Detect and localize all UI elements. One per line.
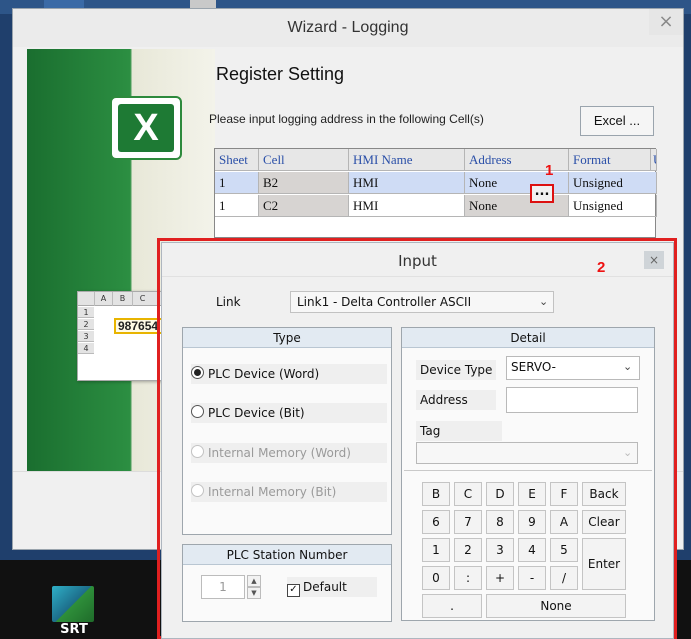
checkmark-icon: ✓ xyxy=(287,584,300,597)
radio-selected-icon xyxy=(191,366,204,379)
key-5[interactable]: 5 xyxy=(550,538,578,562)
row2-hmi-name[interactable]: HMI xyxy=(349,195,465,217)
srt-icon xyxy=(52,586,94,622)
key-3[interactable]: 3 xyxy=(486,538,514,562)
mini-col-a: A xyxy=(94,292,112,306)
plc-station-header: PLC Station Number xyxy=(183,545,391,565)
key-minus[interactable]: - xyxy=(518,566,546,590)
spin-down-icon[interactable]: ▼ xyxy=(247,587,261,599)
input-dialog: Input × Link Link1 - Delta Controller AS… xyxy=(161,242,674,639)
default-checkbox-label: Default xyxy=(303,580,347,594)
spin-up-icon[interactable]: ▲ xyxy=(247,575,261,587)
key-2[interactable]: 2 xyxy=(454,538,482,562)
srt-label: SRT xyxy=(60,622,88,637)
key-colon[interactable]: : xyxy=(454,566,482,590)
mini-row-1: 1 xyxy=(78,307,94,318)
grid-header-sheet[interactable]: Sheet xyxy=(215,149,259,171)
link-label: Link xyxy=(216,295,241,309)
row1-cell[interactable]: B2 xyxy=(259,172,349,194)
radio-plc-device-bit-label: PLC Device (Bit) xyxy=(208,406,305,420)
register-setting-heading: Register Setting xyxy=(216,64,345,84)
row2-cell[interactable]: C2 xyxy=(259,195,349,217)
link-select-value: Link1 - Delta Controller ASCII xyxy=(297,295,472,309)
radio-internal-memory-bit-label: Internal Memory (Bit) xyxy=(208,485,337,499)
register-instruction: Please input logging address in the foll… xyxy=(209,112,484,126)
row1-hmi-name[interactable]: HMI xyxy=(349,172,465,194)
grid-header-cell[interactable]: Cell xyxy=(259,149,349,171)
clear-button[interactable]: Clear xyxy=(582,510,626,534)
key-9[interactable]: 9 xyxy=(518,510,546,534)
key-plus[interactable]: + xyxy=(486,566,514,590)
row2-sheet[interactable]: 1 xyxy=(215,195,259,217)
grid-header-format[interactable]: Format xyxy=(569,149,651,171)
mini-row-2: 2 xyxy=(78,319,94,330)
radio-icon xyxy=(191,405,204,418)
callout-marker-2: 2 xyxy=(597,259,606,276)
address-browse-button[interactable]: ... xyxy=(530,184,554,203)
key-c[interactable]: C xyxy=(454,482,482,506)
key-4[interactable]: 4 xyxy=(518,538,546,562)
link-select[interactable]: Link1 - Delta Controller ASCII ⌄ xyxy=(290,291,554,313)
wizard-titlebar: Wizard - Logging × xyxy=(13,9,683,47)
default-checkbox[interactable]: ✓ Default xyxy=(287,577,377,597)
radio-disabled-icon xyxy=(191,445,204,458)
key-b[interactable]: B xyxy=(422,482,450,506)
callout-marker-1: 1 xyxy=(545,162,554,179)
key-0[interactable]: 0 xyxy=(422,566,450,590)
grid-header-unit[interactable]: U xyxy=(651,149,657,171)
mini-col-b: B xyxy=(112,292,132,306)
row1-sheet[interactable]: 1 xyxy=(215,172,259,194)
type-group: Type PLC Device (Word) PLC Device (Bit) … xyxy=(182,327,392,535)
grid-header-hmi-name[interactable]: HMI Name xyxy=(349,149,465,171)
key-dot[interactable]: . xyxy=(422,594,482,618)
key-slash[interactable]: / xyxy=(550,566,578,590)
radio-disabled-icon xyxy=(191,484,204,497)
excel-x-glyph: X xyxy=(118,104,174,152)
key-6[interactable]: 6 xyxy=(422,510,450,534)
input-close-button[interactable]: × xyxy=(644,251,664,269)
plc-station-group: PLC Station Number 1 ▲ ▼ ✓ Default xyxy=(182,544,392,622)
excel-logo-icon: X xyxy=(110,96,182,160)
key-e[interactable]: E xyxy=(518,482,546,506)
station-number-input[interactable]: 1 xyxy=(201,575,245,599)
register-grid: Sheet Cell HMI Name Address Format U 1 B… xyxy=(214,148,657,238)
radio-plc-device-bit[interactable]: PLC Device (Bit) xyxy=(191,403,387,423)
row2-format[interactable]: Unsigned xyxy=(569,195,657,217)
grid-header-address[interactable]: Address xyxy=(465,149,569,171)
enter-button[interactable]: Enter xyxy=(582,538,626,590)
none-button[interactable]: None xyxy=(486,594,626,618)
keypad: B C D E F Back 6 7 8 9 A Clear 1 2 3 4 5… xyxy=(402,328,654,620)
key-f[interactable]: F xyxy=(550,482,578,506)
key-8[interactable]: 8 xyxy=(486,510,514,534)
radio-internal-memory-word-label: Internal Memory (Word) xyxy=(208,446,351,460)
mini-col-c: C xyxy=(132,292,152,306)
type-group-header: Type xyxy=(183,328,391,348)
mini-row-3: 3 xyxy=(78,331,94,342)
row1-format[interactable]: Unsigned xyxy=(569,172,657,194)
wizard-title: Wizard - Logging xyxy=(287,19,409,36)
key-7[interactable]: 7 xyxy=(454,510,482,534)
radio-plc-device-word[interactable]: PLC Device (Word) xyxy=(191,364,387,384)
detail-group: Detail Device Type SERVO- ⌄ Address Tag … xyxy=(401,327,655,621)
radio-internal-memory-bit: Internal Memory (Bit) xyxy=(191,482,387,502)
srt-desktop-shortcut[interactable]: SRT xyxy=(42,586,98,637)
mini-row-4: 4 xyxy=(78,343,94,354)
wizard-close-button[interactable]: × xyxy=(649,9,683,35)
excel-button[interactable]: Excel ... xyxy=(580,106,654,136)
key-1[interactable]: 1 xyxy=(422,538,450,562)
key-d[interactable]: D xyxy=(486,482,514,506)
chevron-down-icon: ⌄ xyxy=(539,295,549,308)
radio-plc-device-word-label: PLC Device (Word) xyxy=(208,367,320,381)
back-button[interactable]: Back xyxy=(582,482,626,506)
radio-internal-memory-word: Internal Memory (Word) xyxy=(191,443,387,463)
key-a[interactable]: A xyxy=(550,510,578,534)
